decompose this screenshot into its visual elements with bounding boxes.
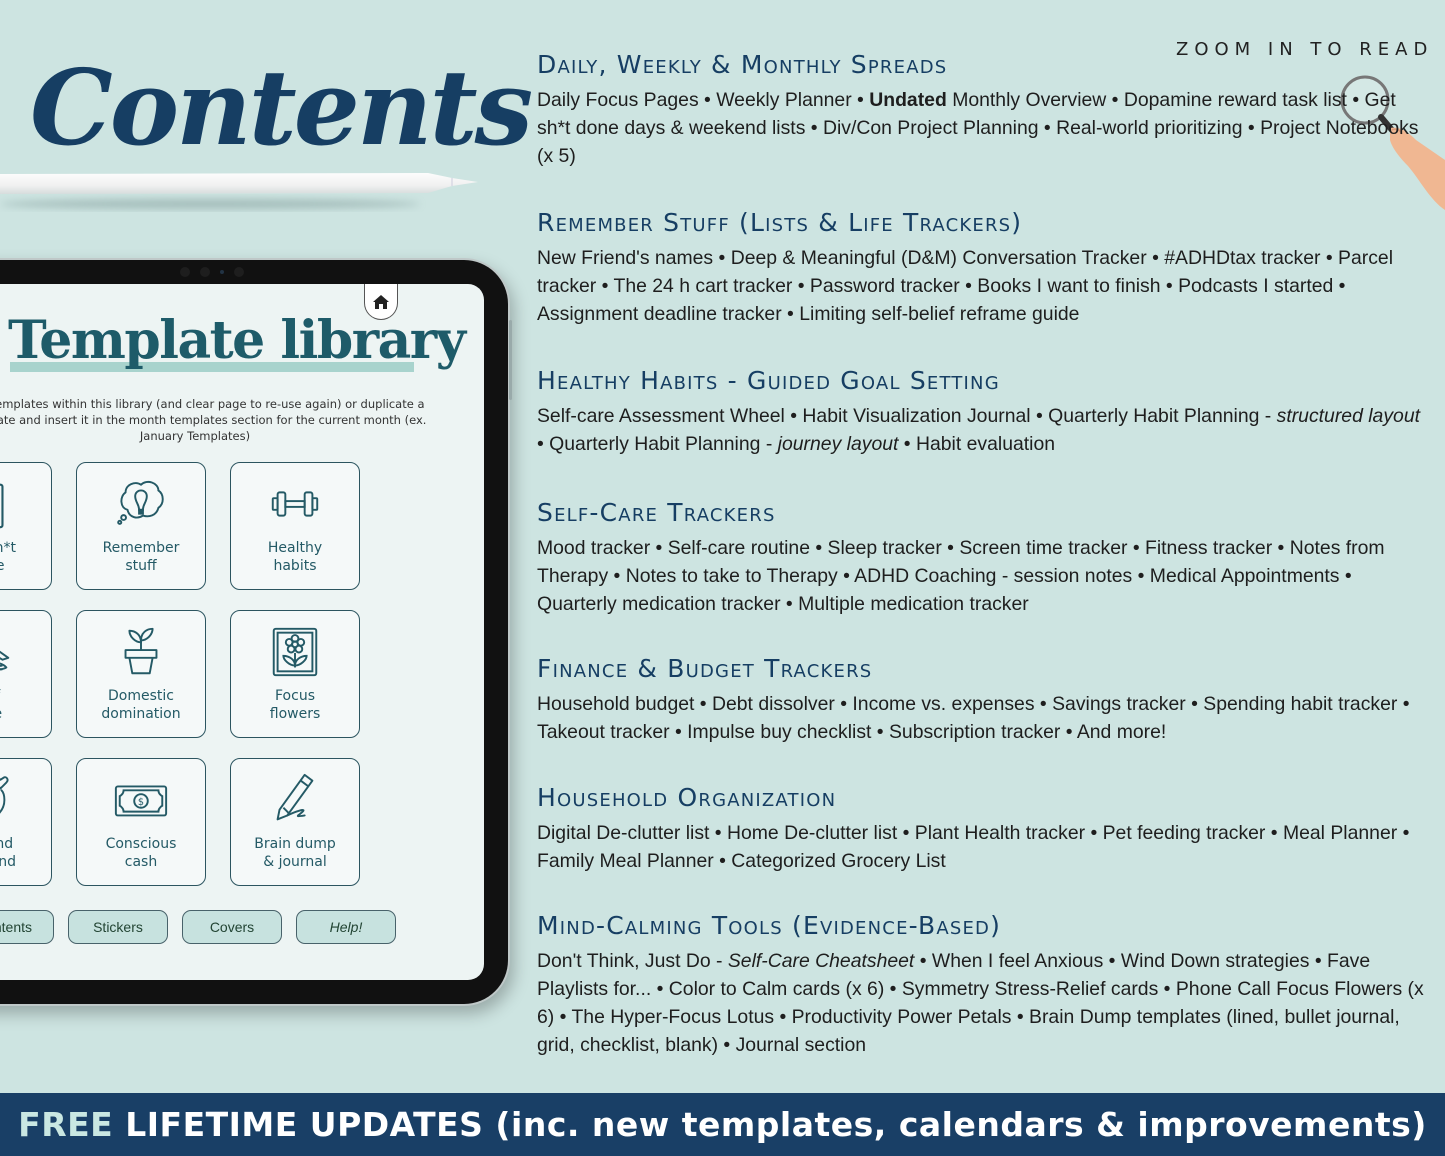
- body-run: Household budget • Debt dissolver • Inco…: [537, 693, 1410, 743]
- template-library-description: Use templates within this library (and c…: [0, 397, 427, 443]
- section-spreads: Daily, Weekly & Monthly Spreads Daily Fo…: [537, 48, 1427, 170]
- body-run: Daily Focus Pages • Weekly Planner •: [537, 89, 870, 111]
- tile-brain-dump-journal[interactable]: Brain dump & journal: [230, 758, 360, 886]
- dumbbell-icon: [271, 491, 319, 517]
- body-run: Self-care Assessment Wheel • Habit Visua…: [537, 405, 1277, 427]
- body-run: • Habit evaluation: [898, 433, 1056, 455]
- tile-label: Healthy habits: [267, 540, 323, 574]
- tile-conscious-cash[interactable]: $ Conscious cash: [76, 758, 206, 886]
- section-household: Household Organization Digital De-clutte…: [537, 781, 1427, 875]
- section-body: Household budget • Debt dissolver • Inco…: [537, 690, 1427, 746]
- body-run: Digital De-clutter list • Home De-clutte…: [537, 822, 1410, 872]
- section-title: Mind-Calming Tools (Evidence-Based): [537, 911, 1002, 940]
- clipboard-check-icon: [0, 483, 4, 529]
- banner-free: FREE: [18, 1105, 114, 1144]
- tile-unwind-un-mind[interactable]: Unwind un-mind: [0, 758, 52, 886]
- plant-pot-icon: [124, 627, 158, 675]
- body-run: • Quarterly Habit Planning -: [537, 433, 778, 455]
- section-body: Self-care Assessment Wheel • Habit Visua…: [537, 402, 1427, 458]
- section-body: Mood tracker • Self-care routine • Sleep…: [537, 534, 1427, 618]
- body-run: Don't Think, Just Do -: [537, 950, 728, 972]
- camera-bar: [180, 267, 244, 277]
- pencil-scribble-icon: [276, 773, 314, 821]
- tablet-screen: Template library Use templates within th…: [0, 284, 484, 980]
- page-title: Contents: [30, 46, 533, 169]
- body-run: structured layout: [1276, 405, 1420, 427]
- meditation-icon: [0, 650, 10, 671]
- tile-remember-stuff[interactable]: Remember stuff: [76, 462, 206, 590]
- section-title: Household Organization: [537, 783, 837, 812]
- stylus-pencil-icon: [0, 173, 478, 209]
- section-remember-stuff: Remember Stuff (Lists & Life Trackers) N…: [537, 206, 1427, 328]
- lifetime-updates-banner: FREE LIFETIME UPDATES (inc. new template…: [0, 1093, 1445, 1156]
- banknote-icon: $: [114, 785, 168, 817]
- body-run: Self-Care Cheatsheet: [727, 950, 915, 972]
- tile-label: Self care: [0, 687, 2, 723]
- section-healthy-habits: Healthy Habits - Guided Goal Setting Sel…: [537, 364, 1427, 458]
- body-run: Mood tracker • Self-care routine • Sleep…: [537, 537, 1385, 615]
- section-finance: Finance & Budget Trackers Household budg…: [537, 652, 1427, 746]
- section-self-care: Self-Care Trackers Mood tracker • Self-c…: [537, 496, 1427, 618]
- section-title: Remember Stuff (Lists & Life Trackers): [537, 208, 1023, 237]
- banner-text: LIFETIME UPDATES (inc. new templates, ca…: [125, 1105, 1427, 1144]
- svg-text:$: $: [138, 797, 144, 808]
- section-title: Self-Care Trackers: [537, 498, 776, 527]
- home-icon: [373, 294, 389, 309]
- tile-self-care[interactable]: Self care: [0, 610, 52, 738]
- section-body: Daily Focus Pages • Weekly Planner • Und…: [537, 86, 1427, 170]
- tile-label: Get sh*t done: [0, 540, 17, 574]
- section-body: Don't Think, Just Do - Self-Care Cheatsh…: [537, 947, 1427, 1059]
- stickers-button[interactable]: Stickers: [68, 910, 168, 944]
- help-button[interactable]: Help!: [296, 910, 396, 944]
- section-mind-calming: Mind-Calming Tools (Evidence-Based) Don'…: [537, 909, 1427, 1059]
- contents-button[interactable]: Contents: [0, 910, 54, 944]
- covers-button[interactable]: Covers: [182, 910, 282, 944]
- tile-focus-flowers[interactable]: Focus flowers: [230, 610, 360, 738]
- section-body: New Friend's names • Deep & Meaningful (…: [537, 244, 1427, 328]
- tile-label: Conscious cash: [105, 836, 177, 870]
- section-body: Digital De-clutter list • Home De-clutte…: [537, 819, 1427, 875]
- body-run: journey layout: [777, 433, 899, 455]
- tile-label: Focus flowers: [269, 688, 321, 722]
- tile-label: Domestic domination: [101, 688, 181, 722]
- template-grid: Get sh*t done Remember stuff: [0, 462, 360, 886]
- tile-domestic-domination[interactable]: Domestic domination: [76, 610, 206, 738]
- tablet-device: Template library Use templates within th…: [0, 258, 512, 1006]
- framed-flower-icon: [272, 627, 318, 677]
- body-run: New Friend's names • Deep & Meaningful (…: [537, 247, 1394, 325]
- section-title: Healthy Habits - Guided Goal Setting: [537, 366, 1000, 395]
- tile-label: Unwind un-mind: [0, 836, 17, 870]
- section-title: Finance & Budget Trackers: [537, 654, 873, 683]
- tile-healthy-habits[interactable]: Healthy habits: [230, 462, 360, 590]
- section-title: Daily, Weekly & Monthly Spreads: [537, 50, 948, 79]
- tile-label: Brain dump & journal: [254, 836, 336, 870]
- tile-get-sht-done[interactable]: Get sh*t done: [0, 462, 52, 590]
- library-nav-buttons: Contents Stickers Covers Help!: [0, 910, 396, 944]
- lightbulb-thought-icon: [117, 480, 164, 525]
- calm-face-heart-icon: [0, 776, 9, 814]
- tile-label: Remember stuff: [102, 540, 180, 574]
- template-library-title: Template library: [8, 310, 466, 371]
- body-run: Undated: [869, 89, 947, 111]
